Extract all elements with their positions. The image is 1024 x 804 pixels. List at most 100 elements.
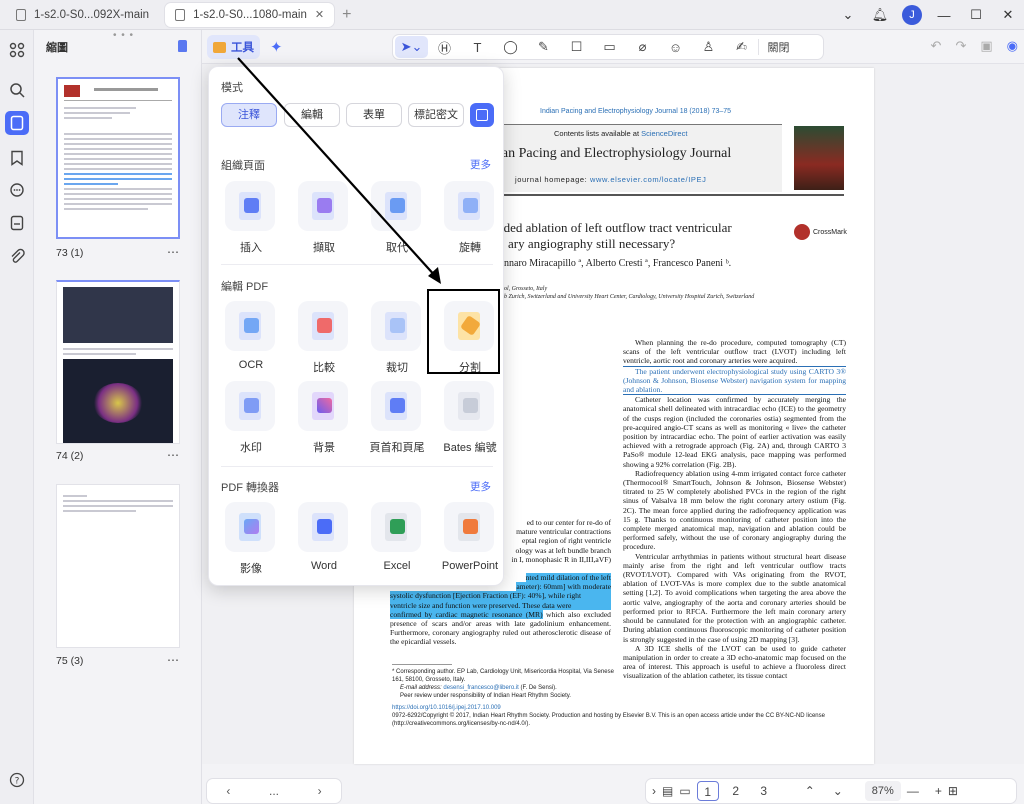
cloud-icon[interactable]: ◉	[1007, 38, 1018, 54]
close-tab-icon[interactable]: ✕	[315, 8, 324, 21]
thumbnail-page-74[interactable]	[56, 280, 180, 444]
more-button[interactable]: ...	[269, 784, 279, 798]
select-cursor-icon[interactable]: ➤⌄	[395, 36, 428, 58]
help-icon[interactable]: ?	[7, 770, 27, 790]
doi-link[interactable]: https://doi.org/10.1016/j.ipej.2017.10.0…	[392, 704, 848, 712]
chevron-right-icon[interactable]: ›	[318, 784, 322, 798]
pin-icon[interactable]	[178, 40, 187, 52]
page-button-1[interactable]: 1	[696, 781, 719, 801]
document-icon	[16, 8, 26, 21]
thumbnails-icon[interactable]	[5, 111, 29, 135]
mode-annotate-button[interactable]: 注釋	[221, 103, 277, 127]
bell-icon[interactable]: 🔔︎	[864, 7, 896, 23]
tab-document-1[interactable]: 1-s2.0-S0...092X-main	[6, 3, 159, 27]
crop-tool[interactable]: 裁切	[365, 301, 429, 379]
zoom-level[interactable]: 87%	[864, 781, 901, 801]
shape-icon[interactable]: ☐	[560, 39, 593, 55]
ocr-tool[interactable]: OCR	[219, 301, 283, 379]
form-icon[interactable]	[7, 213, 27, 233]
crossmark-badge[interactable]: CrossMark	[794, 224, 847, 240]
paragraph: Ventricular arrhythmias in patients with…	[623, 551, 846, 644]
main-toolbar: 工具 ✦ ➤⌄ Ⓗ T ◯ ✎ ☐ ▭ ⌀ ☺ ♙ ✍ 關閉 ↶ ↷ ▣ ◉	[202, 30, 1024, 64]
previous-page-icon[interactable]: ⌃	[805, 784, 815, 798]
zoom-out-icon[interactable]: —	[907, 784, 919, 798]
tab-document-2[interactable]: 1-s2.0-S0...1080-main ✕	[165, 2, 335, 27]
search-icon[interactable]	[7, 80, 27, 100]
thumbnail-label: 73 (1)	[56, 247, 84, 259]
header-footer-tool[interactable]: 頁首和頁尾	[365, 381, 429, 459]
thumbnail-page-75[interactable]	[56, 484, 180, 648]
article-title: ided ablation of left outflow tract vent…	[500, 220, 732, 251]
chevron-left-icon[interactable]: ‹	[226, 784, 230, 798]
journal-reference: Indian Pacing and Electrophysiology Jour…	[540, 108, 732, 115]
journal-title: ian Pacing and Electrophysiology Journal	[498, 146, 732, 161]
more-link[interactable]: 更多	[470, 157, 491, 172]
text-icon[interactable]: T	[461, 40, 494, 55]
undo-icon[interactable]: ↶	[931, 38, 942, 54]
chevron-down-icon[interactable]: ⌄	[832, 7, 864, 23]
convert-image-tool[interactable]: 影像	[219, 502, 283, 580]
copyright: 0972-6292/Copyright © 2017, Indian Heart…	[392, 713, 825, 727]
convert-powerpoint-tool[interactable]: PowerPoint	[438, 502, 502, 580]
background-tool[interactable]: 背景	[292, 381, 356, 459]
ai-sparkle-icon[interactable]: ✦	[264, 35, 289, 59]
attach-icon[interactable]: ⌀	[626, 39, 659, 55]
section-title: 組織頁面	[221, 160, 265, 172]
right-column: When planning the re-do procedure, compu…	[623, 338, 846, 681]
close-toolbar-button[interactable]: 關閉	[758, 39, 798, 55]
mode-form-button[interactable]: 表單	[346, 103, 402, 127]
thumbnail-page-73[interactable]	[56, 77, 180, 239]
collapse-icon[interactable]: ›	[652, 784, 656, 798]
tools-button[interactable]: 工具	[207, 35, 260, 59]
affiliation: ol, Grosseto, Italy	[504, 286, 548, 292]
reading-mode-icon[interactable]: ▤	[662, 784, 673, 798]
thumbnail-more-button[interactable]: ⋯	[167, 653, 179, 667]
bates-number-tool[interactable]: Bates 編號	[438, 381, 502, 459]
maximize-button[interactable]: ☐	[960, 7, 992, 23]
paragraph: When planning the re-do procedure, compu…	[623, 338, 846, 367]
page-button-2[interactable]: 2	[725, 781, 747, 801]
word-icon	[298, 502, 348, 552]
convert-excel-tool[interactable]: Excel	[365, 502, 429, 580]
next-page-icon[interactable]: ⌄	[833, 784, 843, 798]
minimize-button[interactable]: —	[928, 8, 960, 23]
extract-icon	[298, 181, 348, 231]
pen-icon[interactable]: ✎	[527, 39, 560, 55]
save-icon[interactable]: ▣	[980, 38, 992, 54]
measure-icon[interactable]: ▭	[593, 39, 626, 55]
comment-icon[interactable]: ◯	[494, 39, 527, 55]
tool-label: PowerPoint	[441, 560, 499, 572]
replace-tool[interactable]: 取代	[365, 181, 429, 259]
comment-icon[interactable]	[7, 180, 27, 200]
bookmark-icon[interactable]	[7, 148, 27, 168]
page-button-3[interactable]: 3	[753, 781, 775, 801]
paragraph: The patient underwent electrophysiologic…	[623, 366, 846, 396]
insert-tool[interactable]: 插入	[219, 181, 283, 259]
mode-redact-button[interactable]: 標記密文	[408, 103, 464, 127]
panel-grip[interactable]: • • •	[113, 30, 134, 41]
thumbnail-more-button[interactable]: ⋯	[167, 245, 179, 259]
extract-tool[interactable]: 擷取	[292, 181, 356, 259]
stamp-icon[interactable]: ♙	[692, 39, 725, 55]
new-tab-button[interactable]: +	[342, 6, 351, 24]
open-external-icon[interactable]	[470, 103, 494, 127]
highlight-icon[interactable]: Ⓗ	[428, 38, 461, 57]
rotate-tool[interactable]: 旋轉	[438, 181, 502, 259]
zoom-in-icon[interactable]: +	[935, 784, 942, 798]
watermark-tool[interactable]: 水印	[219, 381, 283, 459]
close-window-button[interactable]: ✕	[992, 7, 1024, 23]
presentation-icon[interactable]: ▭	[679, 784, 690, 798]
redo-icon[interactable]: ↷	[955, 38, 966, 54]
mode-edit-button[interactable]: 編輯	[284, 103, 340, 127]
convert-word-tool[interactable]: Word	[292, 502, 356, 580]
sticker-icon[interactable]: ☺	[659, 40, 692, 55]
thumbnail-more-button[interactable]: ⋯	[167, 448, 179, 462]
more-link[interactable]: 更多	[470, 479, 491, 494]
grid-icon[interactable]	[7, 40, 27, 60]
highlighted-text: systolic dysfunction [Ejection Fraction …	[390, 591, 611, 601]
avatar[interactable]: J	[902, 5, 922, 25]
attachment-icon[interactable]	[7, 246, 27, 266]
compare-tool[interactable]: 比較	[292, 301, 356, 379]
signature-icon[interactable]: ✍	[725, 39, 758, 55]
fit-page-icon[interactable]: ⊞	[948, 784, 958, 798]
